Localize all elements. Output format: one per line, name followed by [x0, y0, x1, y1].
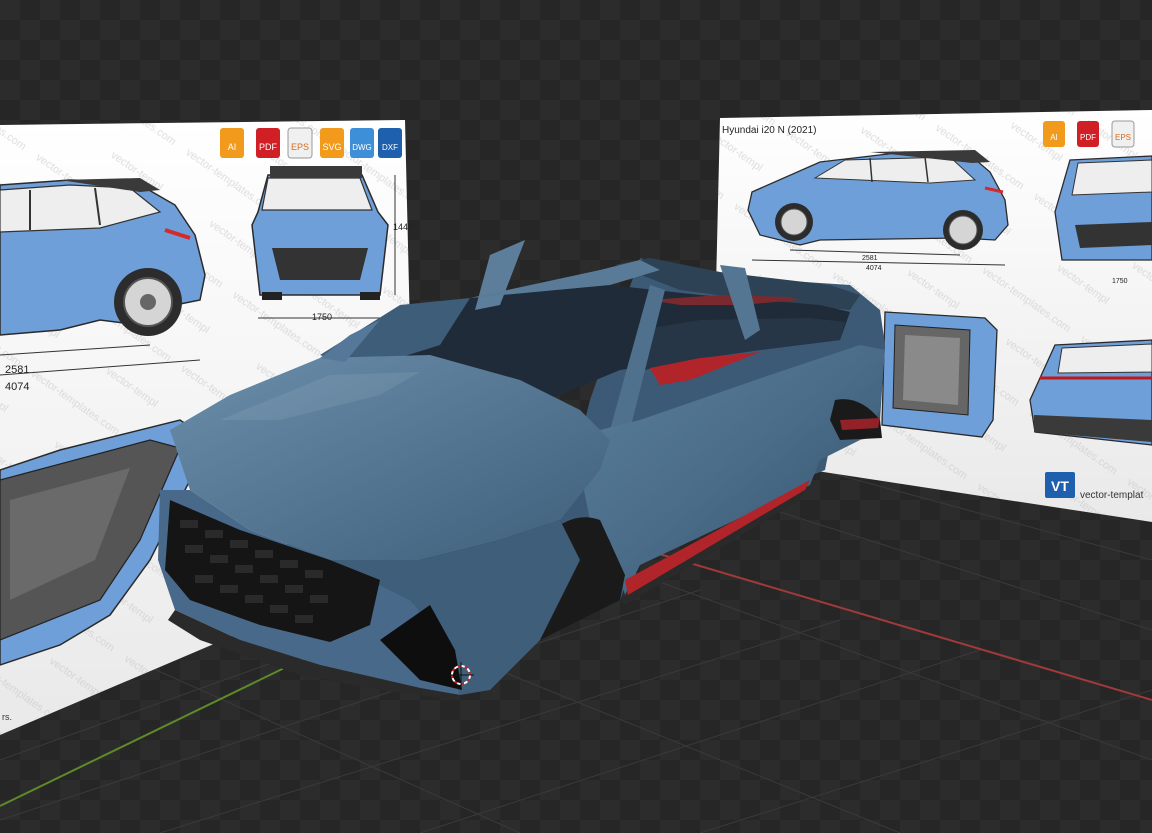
- 3d-viewport[interactable]: vector-templates.com vector-templates.co…: [0, 0, 1152, 833]
- svg-text:EPS: EPS: [1115, 133, 1131, 142]
- left-dim-wheelbase: 2581: [5, 364, 29, 376]
- right-dim-width: 1750: [1112, 278, 1128, 285]
- left-dim-length: 4074: [5, 381, 29, 393]
- badge-svg: SVG: [320, 128, 344, 158]
- right-format-badges: AI PDF EPS: [1043, 120, 1135, 148]
- svg-text:VT: VT: [1051, 478, 1069, 494]
- svg-text:EPS: EPS: [291, 142, 309, 152]
- badge-dxf: DXF: [378, 128, 402, 158]
- vector-templates-brand-text: vector-templat: [1080, 490, 1144, 501]
- left-dim-height: 1440: [393, 222, 413, 232]
- viewport-scene: vector-templates.com vector-templates.co…: [0, 110, 1152, 833]
- svg-text:AI: AI: [1050, 133, 1058, 142]
- svg-text:PDF: PDF: [259, 142, 278, 152]
- left-footer-text: rs.: [2, 712, 12, 722]
- left-dim-width: 1750: [312, 312, 332, 322]
- right-dim-wheelbase: 2581: [862, 255, 878, 262]
- right-sheet-title: Hyundai i20 N (2021): [722, 125, 817, 136]
- badge-ai: AI: [220, 128, 244, 158]
- badge-dwg: DWG: [350, 128, 374, 158]
- right-dim-length: 4074: [866, 265, 882, 272]
- svg-text:DWG: DWG: [352, 143, 372, 152]
- badge-pdf: PDF: [256, 128, 280, 158]
- svg-text:PDF: PDF: [1080, 133, 1096, 142]
- svg-text:SVG: SVG: [322, 142, 341, 152]
- badge-eps: EPS: [287, 127, 313, 159]
- svg-text:DXF: DXF: [382, 143, 398, 152]
- svg-text:AI: AI: [228, 142, 237, 152]
- right-top-view-car: [881, 311, 998, 438]
- right-badge-ai: AI: [1043, 121, 1065, 147]
- right-badge-eps: EPS: [1111, 120, 1135, 148]
- right-badge-pdf: PDF: [1077, 121, 1099, 147]
